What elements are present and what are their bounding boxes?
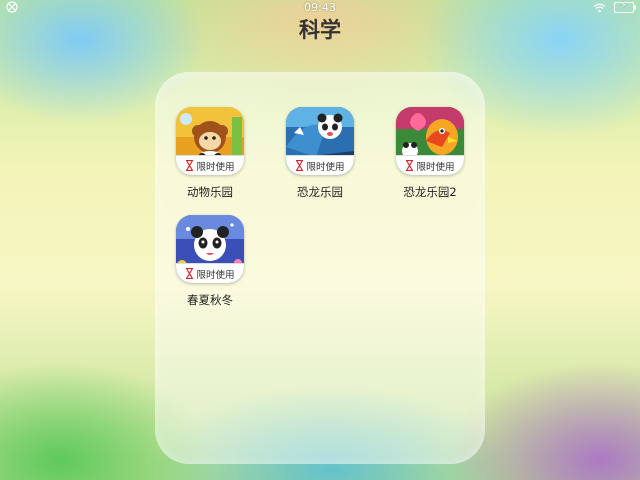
time-limited-badge: 限时使用 bbox=[176, 155, 244, 175]
hourglass-icon bbox=[186, 268, 194, 279]
app-dinosaur-park[interactable]: 限时使用 恐龙乐园 bbox=[270, 107, 370, 200]
app-icon[interactable]: 限时使用 bbox=[396, 107, 464, 175]
status-time: 09:43 bbox=[304, 1, 336, 14]
app-four-seasons[interactable]: 限时使用 春夏秋冬 bbox=[160, 215, 260, 308]
app-label[interactable]: 春夏秋冬 bbox=[160, 292, 260, 308]
wifi-icon bbox=[593, 3, 606, 12]
badge-label: 限时使用 bbox=[416, 161, 455, 173]
badge-label: 限时使用 bbox=[306, 161, 345, 173]
app-animal-park[interactable]: 限时使用 动物乐园 bbox=[160, 107, 260, 200]
time-limited-badge: 限时使用 bbox=[286, 155, 354, 175]
app-dinosaur-park-2[interactable]: 限时使用 恐龙乐园2 bbox=[380, 107, 480, 200]
app-label[interactable]: 恐龙乐园2 bbox=[380, 184, 480, 200]
hourglass-icon bbox=[186, 160, 194, 171]
folder-title: 科学 bbox=[299, 18, 341, 42]
app-label[interactable]: 恐龙乐园 bbox=[270, 184, 370, 200]
hourglass-icon bbox=[296, 160, 304, 171]
time-limited-badge: 限时使用 bbox=[176, 263, 244, 283]
app-icon[interactable]: 限时使用 bbox=[286, 107, 354, 175]
app-icon[interactable]: 限时使用 bbox=[176, 215, 244, 283]
app-label[interactable]: 动物乐园 bbox=[160, 184, 260, 200]
hourglass-icon bbox=[406, 160, 414, 171]
app-icon[interactable]: 限时使用 bbox=[176, 107, 244, 175]
badge-label: 限时使用 bbox=[196, 161, 235, 173]
time-limited-badge: 限时使用 bbox=[396, 155, 464, 175]
battery-icon: ⚡ bbox=[614, 0, 636, 13]
badge-label: 限时使用 bbox=[196, 269, 235, 281]
